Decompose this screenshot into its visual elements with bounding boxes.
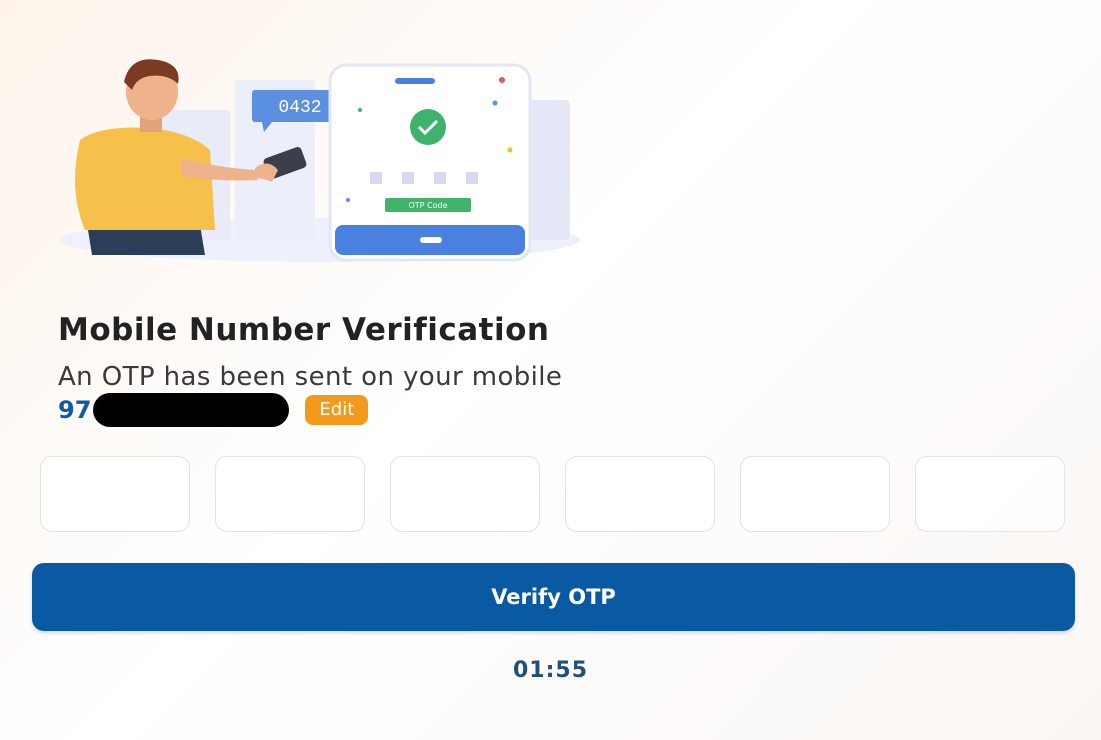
phone-number-prefix: 97 [58,396,92,424]
otp-digit-input-4[interactable] [565,456,715,532]
otp-digit-input-1[interactable] [40,456,190,532]
page-title: Mobile Number Verification [58,312,550,348]
resend-countdown-timer: 01:55 [512,658,589,683]
otp-input-group [40,456,1066,534]
otp-digit-input-3[interactable] [390,456,540,532]
phone-otp-label: OTP Code [408,201,447,210]
phone-illustration: OTP Code [328,63,532,262]
verify-otp-button[interactable]: Verify OTP [32,563,1075,631]
edit-phone-button[interactable]: Edit [305,395,369,425]
otp-digit-input-2[interactable] [215,456,365,532]
phone-number-redaction [93,393,290,427]
otp-sent-message: An OTP has been sent on your mobile [58,362,563,392]
phone-number-row: 97 Edit [58,392,369,428]
otp-digit-input-5[interactable] [740,456,890,532]
otp-digit-input-6[interactable] [915,456,1065,532]
otp-bubble-digits: 0432 [278,98,321,118]
otp-illustration: 0432 OTP Code [60,59,580,262]
